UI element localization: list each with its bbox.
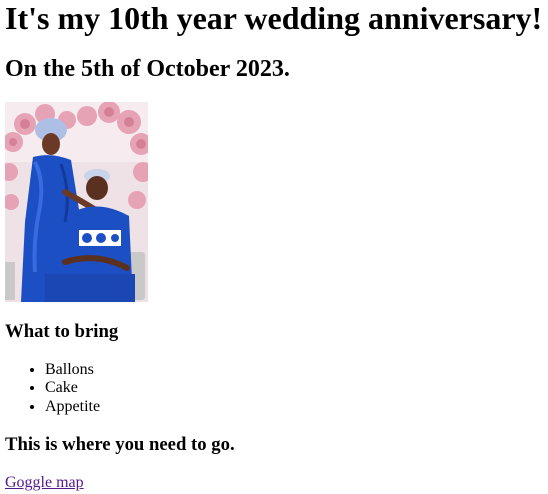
google-map-link[interactable]: Goggle map	[5, 474, 84, 492]
bring-list: Ballons Cake Appetite	[5, 361, 100, 416]
what-to-bring-heading: What to bring	[5, 321, 119, 342]
couple-photo	[5, 102, 148, 302]
destination-heading: This is where you need to go.	[5, 434, 235, 455]
event-date: On the 5th of October 2023.	[5, 56, 290, 82]
list-item: Cake	[45, 379, 100, 397]
list-item: Appetite	[45, 398, 100, 416]
list-item: Ballons	[45, 361, 100, 379]
page-title: It's my 10th year wedding anniversary!	[5, 0, 543, 36]
